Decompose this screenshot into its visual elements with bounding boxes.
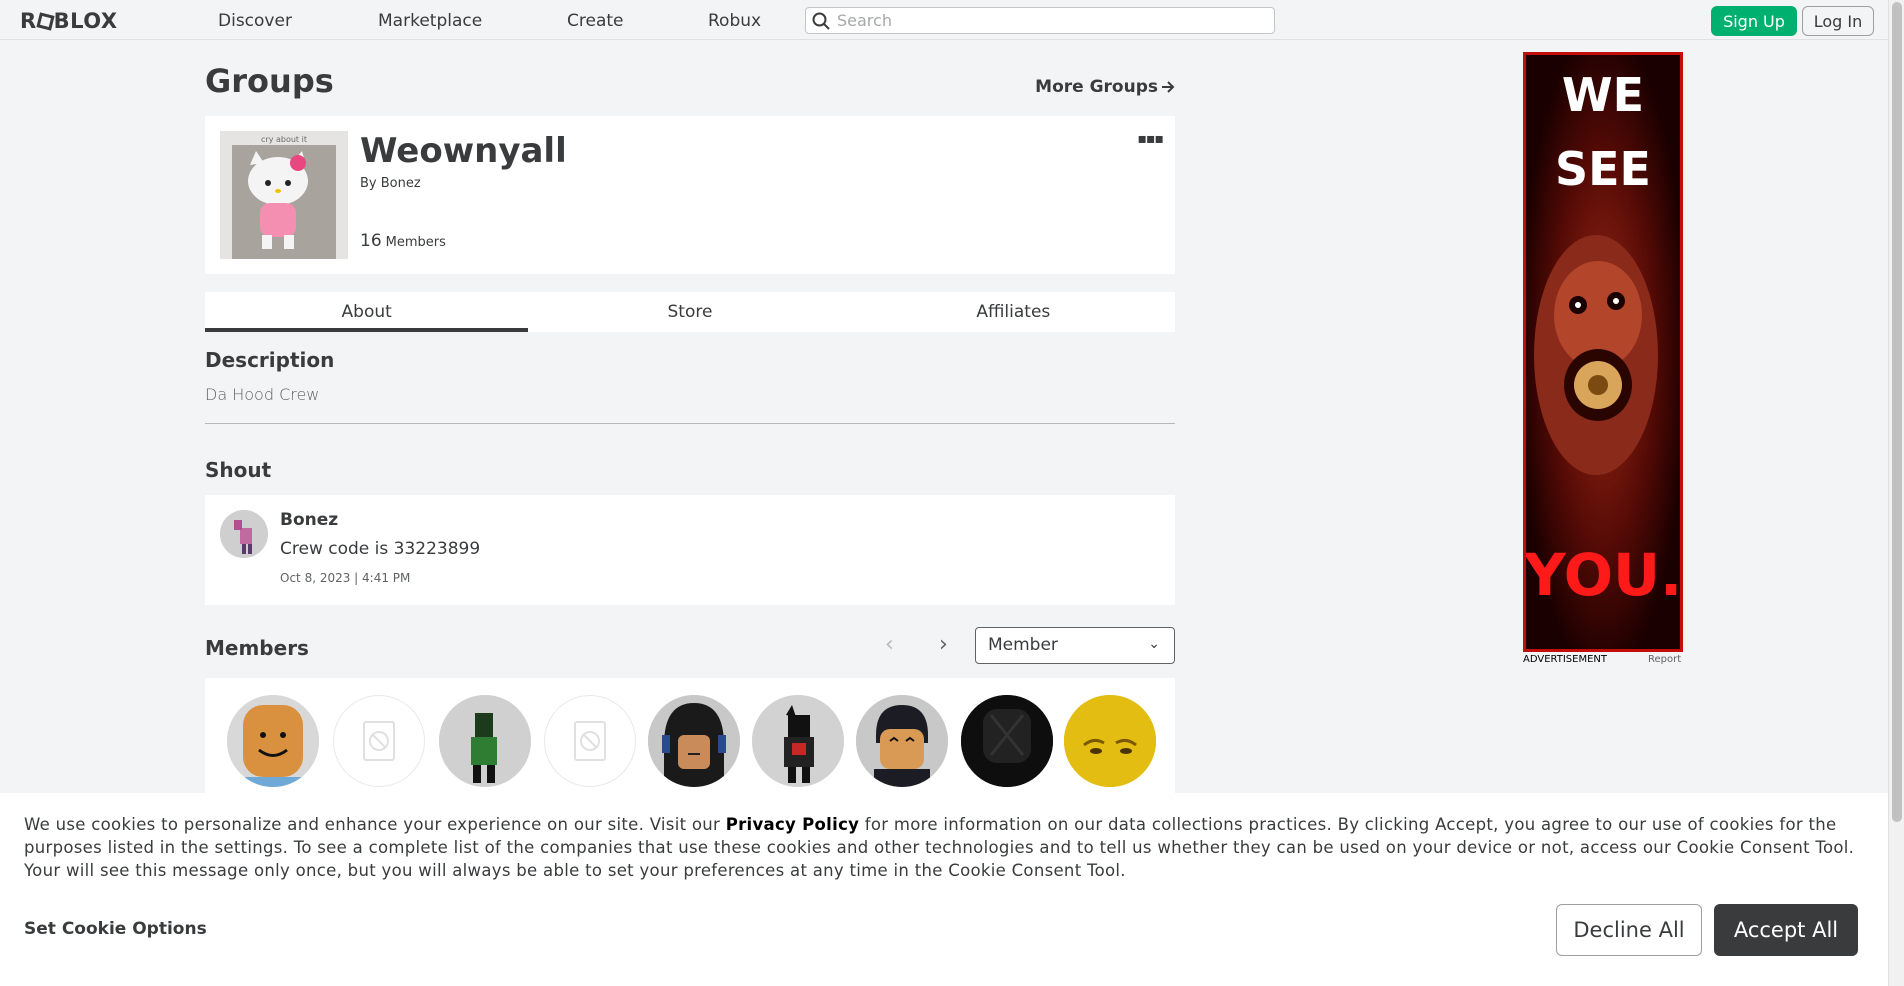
group-tabs: About Store Affiliates xyxy=(205,292,1175,332)
members-heading: Members xyxy=(205,636,309,660)
accept-all-button[interactable]: Accept All xyxy=(1714,904,1858,956)
list-item[interactable] xyxy=(648,695,740,787)
page-title: Groups xyxy=(205,62,334,100)
ad-report-link[interactable]: Report xyxy=(1648,654,1681,665)
description-text: Da Hood Crew xyxy=(205,385,320,404)
more-groups-label: More Groups xyxy=(1035,77,1158,97)
top-nav: R BLOX Discover Marketplace Create Robux … xyxy=(0,0,1888,40)
tab-about[interactable]: About xyxy=(205,292,529,332)
roblox-logo[interactable]: R BLOX xyxy=(20,9,118,33)
decline-all-button[interactable]: Decline All xyxy=(1556,904,1702,956)
shout-heading: Shout xyxy=(205,458,272,482)
member-count-label: Members xyxy=(385,235,446,250)
chevron-right-icon[interactable]: › xyxy=(939,632,948,657)
group-member-count: 16 Members xyxy=(360,231,446,251)
list-item[interactable] xyxy=(1064,695,1156,787)
chevron-down-icon: ⌄ xyxy=(1148,636,1160,652)
avatar[interactable] xyxy=(220,510,268,558)
group-emblem: cry about it xyxy=(220,131,348,259)
by-prefix: By xyxy=(360,176,377,191)
tab-affiliates[interactable]: Affiliates xyxy=(852,292,1175,332)
set-cookie-options-link[interactable]: Set Cookie Options xyxy=(24,919,207,939)
description-heading: Description xyxy=(205,348,335,372)
shout-username[interactable]: Bonez xyxy=(280,510,338,530)
shout-message: Crew code is 33223899 xyxy=(280,539,481,559)
ad-label: ADVERTISEMENT xyxy=(1523,654,1608,665)
list-item[interactable] xyxy=(333,695,425,787)
list-item[interactable] xyxy=(856,695,948,787)
group-header-card: cry about it Weownyall By Bonez 16 Member… xyxy=(205,116,1175,274)
group-name: Weownyall xyxy=(360,131,567,171)
chevron-left-icon[interactable]: ‹ xyxy=(885,632,894,657)
more-groups-link[interactable]: More Groups xyxy=(1035,77,1175,97)
group-owner-line: By Bonez xyxy=(360,176,421,191)
cookie-text-before: We use cookies to personalize and enhanc… xyxy=(24,815,726,834)
sign-up-button[interactable]: Sign Up xyxy=(1711,6,1797,36)
ad-line-2: SEE xyxy=(1555,142,1651,196)
nav-marketplace[interactable]: Marketplace xyxy=(378,11,482,31)
cookie-banner: We use cookies to personalize and enhanc… xyxy=(0,793,1888,986)
log-in-button[interactable]: Log In xyxy=(1802,6,1874,36)
ad-line-3: YOU. xyxy=(1526,541,1680,609)
shout-timestamp: Oct 8, 2023 | 4:41 PM xyxy=(280,571,411,585)
list-item[interactable] xyxy=(544,695,636,787)
section-divider xyxy=(205,423,1175,424)
group-owner-link[interactable]: Bonez xyxy=(381,176,421,191)
arrow-right-icon xyxy=(1162,81,1175,93)
role-dropdown[interactable]: Member ⌄ xyxy=(975,627,1175,664)
nav-robux[interactable]: Robux xyxy=(708,11,761,31)
ad-line-1: WE xyxy=(1562,68,1644,122)
list-item[interactable] xyxy=(439,695,531,787)
cookie-message: We use cookies to personalize and enhanc… xyxy=(24,813,1864,882)
role-selected-value: Member xyxy=(988,635,1058,655)
list-item[interactable] xyxy=(227,695,319,787)
tab-store[interactable]: Store xyxy=(528,292,851,332)
scrollbar-thumb[interactable] xyxy=(1892,2,1902,822)
privacy-policy-link[interactable]: Privacy Policy xyxy=(726,815,860,834)
more-options-icon[interactable]: ▪▪▪ xyxy=(1138,131,1164,147)
nav-discover[interactable]: Discover xyxy=(218,11,292,31)
member-count-value: 16 xyxy=(360,231,382,251)
nav-create[interactable]: Create xyxy=(567,11,624,31)
advertisement-banner[interactable]: WE SEE YOU. xyxy=(1523,52,1683,652)
list-item[interactable] xyxy=(961,695,1053,787)
search-icon xyxy=(812,12,830,30)
list-item[interactable] xyxy=(752,695,844,787)
page-scrollbar[interactable] xyxy=(1888,0,1904,986)
search-box[interactable] xyxy=(805,7,1275,34)
thumbnail-caption: cry about it xyxy=(261,135,307,144)
shout-card: Bonez Crew code is 33223899 Oct 8, 2023 … xyxy=(205,495,1175,605)
search-input[interactable] xyxy=(837,11,1257,30)
